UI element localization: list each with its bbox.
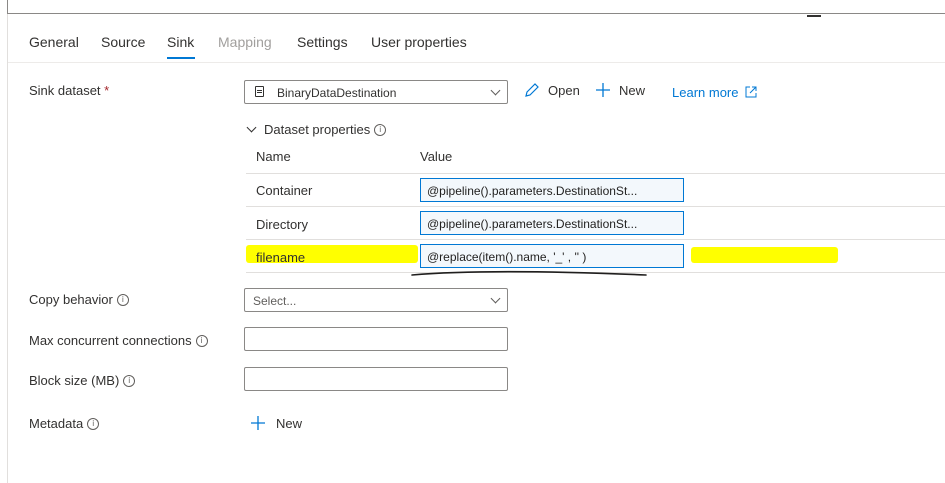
plus-icon [251,416,265,430]
sink-dataset-label: Sink dataset * [29,83,109,98]
panel-splitter-handle[interactable] [807,15,821,17]
annotation-underline [411,270,647,276]
metadata-label-text: Metadata [29,416,84,431]
table-divider [246,173,945,174]
open-label: Open [548,83,580,98]
pencil-icon [525,83,539,97]
copy-behavior-label: Copy behavior i [29,292,129,307]
info-icon: i [195,335,208,347]
property-value-container[interactable]: @pipeline().parameters.DestinationSt... [420,178,684,202]
required-marker: * [104,83,110,98]
tab-sink[interactable]: Sink [167,34,194,50]
info-icon: i [116,294,129,306]
chevron-down-icon [246,122,257,133]
info-icon: i [374,124,387,136]
table-divider [246,239,945,240]
copy-behavior-placeholder: Select... [253,294,297,308]
dataset-properties-toggle[interactable]: Dataset properties i [246,122,387,137]
column-header-name: Name [256,149,291,164]
highlight-mark [691,247,838,263]
table-divider [246,206,945,207]
metadata-new-label: New [276,416,303,431]
column-header-value: Value [420,149,453,164]
tab-general[interactable]: General [29,34,79,50]
tab-mapping: Mapping [218,34,272,50]
tab-source[interactable]: Source [101,34,145,50]
max-concurrent-label-text: Max concurrent connections [29,333,192,348]
tab-user-properties[interactable]: User properties [371,34,467,50]
sink-dataset-dropdown[interactable]: BinaryDataDestination [244,80,508,104]
chevron-down-icon [490,85,501,96]
left-panel-border [7,14,8,483]
copy-behavior-label-text: Copy behavior [29,292,113,307]
sink-dataset-value: BinaryDataDestination [277,86,397,100]
plus-icon [596,83,610,97]
learn-more-link[interactable]: Learn more [672,85,757,100]
property-name-filename: filename [256,250,306,265]
property-value-filename[interactable]: @replace(item().name, '_' , '' ) [420,244,684,268]
metadata-label: Metadata i [29,416,100,431]
block-size-input[interactable] [244,367,508,391]
active-tab-indicator [167,57,195,59]
max-concurrent-input[interactable] [244,327,508,351]
dataset-file-icon [255,86,264,97]
dataset-properties-label: Dataset properties [264,122,371,137]
learn-more-label: Learn more [672,85,739,100]
tab-settings[interactable]: Settings [297,34,348,50]
block-size-label: Block size (MB) i [29,373,136,388]
property-value-directory[interactable]: @pipeline().parameters.DestinationSt... [420,211,684,235]
external-link-icon [745,86,757,98]
block-size-label-text: Block size (MB) [29,373,120,388]
info-icon: i [123,375,136,387]
property-name-directory: Directory [256,217,309,232]
chevron-down-icon [490,293,501,304]
copy-behavior-dropdown[interactable]: Select... [244,288,508,312]
tabs-divider [8,62,945,63]
property-name-container: Container [256,183,313,198]
sink-dataset-label-text: Sink dataset [29,83,101,98]
max-concurrent-label: Max concurrent connections i [29,333,208,348]
info-icon: i [87,418,100,430]
new-label: New [619,83,646,98]
top-panel-edge [7,0,945,14]
